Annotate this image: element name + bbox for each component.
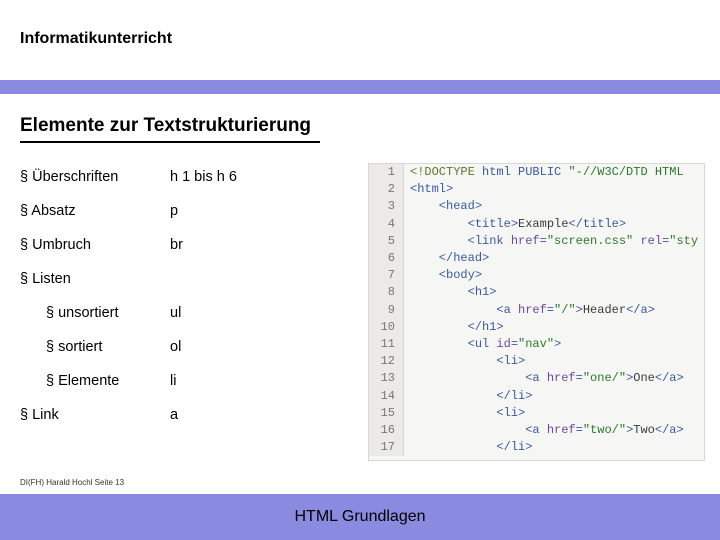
- line-number: 8: [369, 284, 404, 301]
- line-number: 2: [369, 181, 404, 198]
- code-line: 1<!DOCTYPE html PUBLIC "-//W3C/DTD HTML: [369, 164, 704, 181]
- slide: Informatikunterricht Elemente zur Textst…: [0, 0, 720, 540]
- code-line: 7 <body>: [369, 267, 704, 284]
- line-number: 6: [369, 250, 404, 267]
- code-line: 17 </li>: [369, 439, 704, 456]
- list-item-label: sortiert: [46, 330, 170, 364]
- list-item: sortiertol: [20, 330, 290, 364]
- code-line: 3 <head>: [369, 198, 704, 215]
- header-divider: [0, 80, 720, 94]
- line-number: 1: [369, 164, 404, 181]
- line-number: 14: [369, 388, 404, 405]
- code-text: <a href="one/">One</a>: [404, 370, 684, 387]
- code-snippet: 1<!DOCTYPE html PUBLIC "-//W3C/DTD HTML2…: [368, 163, 705, 461]
- list-item: Listen: [20, 262, 290, 296]
- list-item-value: li: [170, 364, 290, 398]
- footer-attribution: DI(FH) Harald Hochl Seite 13: [20, 478, 124, 487]
- list-item: Umbruchbr: [20, 228, 290, 262]
- list-item-value: p: [170, 194, 290, 228]
- line-number: 11: [369, 336, 404, 353]
- code-text: <h1>: [404, 284, 496, 301]
- code-text: <a href="two/">Two</a>: [404, 422, 684, 439]
- code-text: <ul id="nav">: [404, 336, 561, 353]
- list-item-label: Absatz: [20, 194, 170, 228]
- list-item-value: ol: [170, 330, 290, 364]
- code-text: <title>Example</title>: [404, 216, 626, 233]
- line-number: 9: [369, 302, 404, 319]
- footer-topic: HTML Grundlagen: [294, 508, 425, 526]
- list-item: Linka: [20, 398, 290, 432]
- code-text: <!DOCTYPE html PUBLIC "-//W3C/DTD HTML: [404, 164, 684, 181]
- code-line: 14 </li>: [369, 388, 704, 405]
- code-line: 8 <h1>: [369, 284, 704, 301]
- list-item-value: h 1 bis h 6: [170, 160, 290, 194]
- code-text: </li>: [404, 439, 532, 456]
- list-item-label: Link: [20, 398, 170, 432]
- list-item-value: a: [170, 398, 290, 432]
- list-item: Überschriftenh 1 bis h 6: [20, 160, 290, 194]
- code-text: <link href="screen.css" rel="sty: [404, 233, 698, 250]
- list-item-label: Überschriften: [20, 160, 170, 194]
- list-item: Elementeli: [20, 364, 290, 398]
- list-item-value: ul: [170, 296, 290, 330]
- code-text: <head>: [404, 198, 482, 215]
- line-number: 3: [369, 198, 404, 215]
- code-text: </li>: [404, 388, 532, 405]
- line-number: 16: [369, 422, 404, 439]
- code-text: <li>: [404, 405, 525, 422]
- section-title: Elemente zur Textstrukturierung: [20, 115, 320, 143]
- code-line: 9 <a href="/">Header</a>: [369, 302, 704, 319]
- list-item: unsortiertul: [20, 296, 290, 330]
- code-line: 10 </h1>: [369, 319, 704, 336]
- line-number: 15: [369, 405, 404, 422]
- list-item-label: unsortiert: [46, 296, 170, 330]
- list-item-value: br: [170, 228, 290, 262]
- code-line: 5 <link href="screen.css" rel="sty: [369, 233, 704, 250]
- code-line: 2<html>: [369, 181, 704, 198]
- code-line: 6 </head>: [369, 250, 704, 267]
- element-list: Überschriftenh 1 bis h 6AbsatzpUmbruchbr…: [20, 160, 290, 433]
- code-text: <a href="/">Header</a>: [404, 302, 655, 319]
- line-number: 17: [369, 439, 404, 456]
- code-line: 15 <li>: [369, 405, 704, 422]
- line-number: 13: [369, 370, 404, 387]
- list-item-value: [170, 262, 290, 296]
- code-text: <body>: [404, 267, 482, 284]
- code-line: 4 <title>Example</title>: [369, 216, 704, 233]
- footer-bar: HTML Grundlagen: [0, 494, 720, 540]
- code-line: 13 <a href="one/">One</a>: [369, 370, 704, 387]
- line-number: 10: [369, 319, 404, 336]
- list-item: Absatzp: [20, 194, 290, 228]
- list-item-label: Umbruch: [20, 228, 170, 262]
- line-number: 12: [369, 353, 404, 370]
- code-text: <li>: [404, 353, 525, 370]
- code-line: 16 <a href="two/">Two</a>: [369, 422, 704, 439]
- page-title: Informatikunterricht: [20, 30, 172, 48]
- line-number: 4: [369, 216, 404, 233]
- line-number: 7: [369, 267, 404, 284]
- list-item-label: Listen: [20, 262, 170, 296]
- code-text: </h1>: [404, 319, 504, 336]
- code-text: <html>: [404, 181, 453, 198]
- code-line: 11 <ul id="nav">: [369, 336, 704, 353]
- code-line: 12 <li>: [369, 353, 704, 370]
- list-item-label: Elemente: [46, 364, 170, 398]
- code-text: </head>: [404, 250, 489, 267]
- line-number: 5: [369, 233, 404, 250]
